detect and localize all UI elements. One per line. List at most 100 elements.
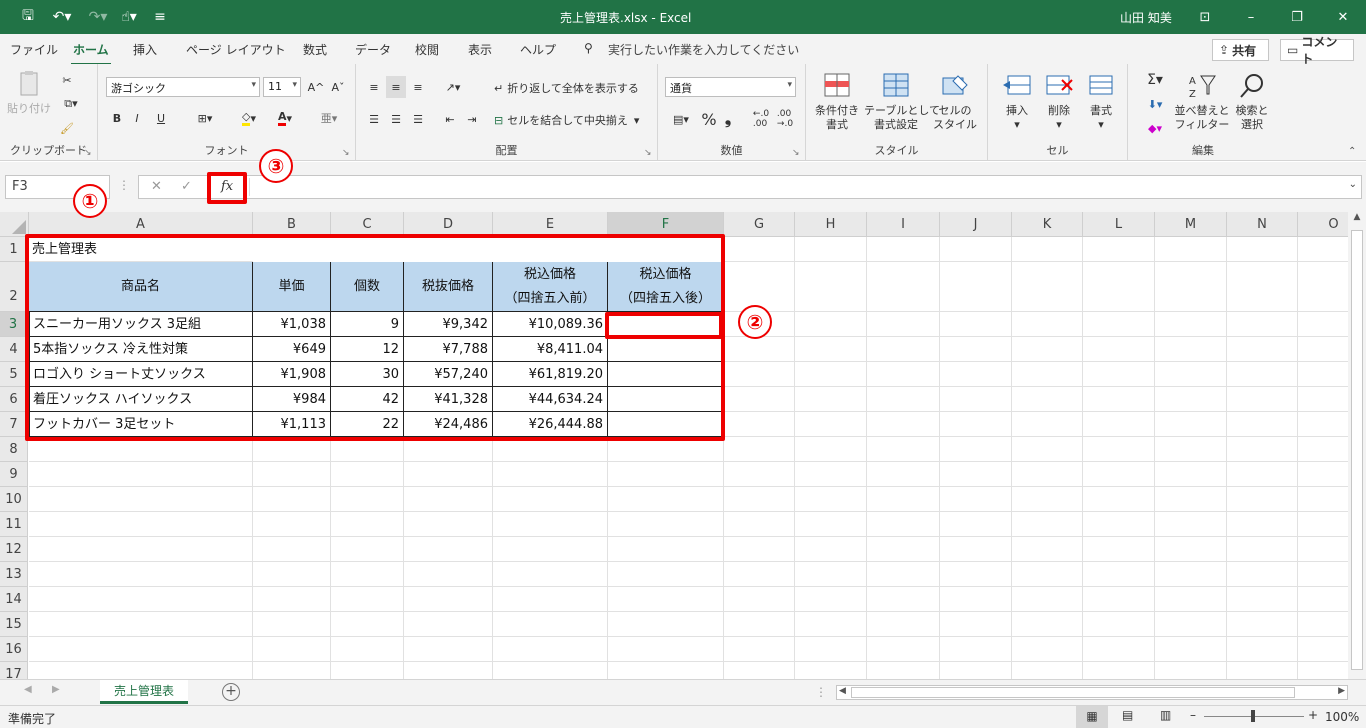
empty-cell[interactable] xyxy=(1227,487,1298,512)
next-sheet-icon[interactable]: ▶ xyxy=(52,684,60,695)
row-header-1[interactable]: 1 xyxy=(0,237,28,262)
empty-cell[interactable] xyxy=(608,612,724,637)
empty-cell[interactable] xyxy=(608,637,724,662)
empty-cell[interactable] xyxy=(1298,612,1348,637)
empty-cell[interactable] xyxy=(253,612,331,637)
scroll-up-icon[interactable]: ▲ xyxy=(1348,212,1366,228)
select-all-button[interactable] xyxy=(0,212,29,237)
copy-icon[interactable]: ⧉▾ xyxy=(56,94,86,114)
tell-me-box[interactable]: 実行したい作業を入力してください xyxy=(608,41,799,58)
row-header-17[interactable]: 17 xyxy=(0,662,28,679)
empty-cell[interactable] xyxy=(1012,387,1083,412)
empty-cell[interactable] xyxy=(724,662,795,679)
empty-cell[interactable] xyxy=(940,262,1012,312)
empty-cell[interactable] xyxy=(1083,337,1155,362)
empty-cell[interactable] xyxy=(724,612,795,637)
fill-color-icon[interactable]: ◇ ▾ xyxy=(234,108,264,128)
empty-cell[interactable] xyxy=(1012,337,1083,362)
vertical-scroll-thumb[interactable] xyxy=(1351,230,1363,670)
empty-cell[interactable] xyxy=(940,437,1012,462)
empty-cell[interactable] xyxy=(253,562,331,587)
empty-cell[interactable] xyxy=(331,512,404,537)
increase-indent-icon[interactable]: ⇥ xyxy=(462,108,482,130)
empty-cell[interactable] xyxy=(724,637,795,662)
empty-cell[interactable] xyxy=(940,637,1012,662)
empty-cell[interactable] xyxy=(940,512,1012,537)
tab-home[interactable]: ホーム xyxy=(71,41,111,65)
empty-cell[interactable] xyxy=(867,412,940,437)
empty-cell[interactable] xyxy=(1083,262,1155,312)
empty-cell[interactable] xyxy=(608,462,724,487)
worksheet-grid[interactable]: ABCDEFGHIJKLMNO 1 2 3 4 5 6 7 8 9 10 11 12 13 14 15 16 1… xyxy=(0,212,1348,679)
empty-cell[interactable] xyxy=(253,587,331,612)
empty-cell[interactable] xyxy=(940,612,1012,637)
dialog-launcher-icon[interactable]: ↘ xyxy=(792,148,800,158)
page-layout-view-icon[interactable]: ▤ xyxy=(1122,708,1133,722)
touch-mode-icon[interactable]: ☝▾ xyxy=(114,0,144,34)
column-header-L[interactable]: L xyxy=(1083,212,1155,237)
empty-cell[interactable] xyxy=(1083,612,1155,637)
empty-cell[interactable] xyxy=(493,537,608,562)
align-top-icon[interactable]: ≡ xyxy=(364,76,384,98)
empty-cell[interactable] xyxy=(29,487,253,512)
empty-cell[interactable] xyxy=(1083,462,1155,487)
empty-cell[interactable] xyxy=(1227,312,1298,337)
empty-cell[interactable] xyxy=(1298,387,1348,412)
zoom-out-icon[interactable]: – xyxy=(1190,708,1196,722)
shrink-font-icon[interactable]: Aˇ xyxy=(328,77,348,97)
prev-sheet-icon[interactable]: ◀ xyxy=(24,684,32,695)
phonetic-icon[interactable]: 亜▾ xyxy=(314,108,344,128)
empty-cell[interactable] xyxy=(795,412,867,437)
empty-cell[interactable] xyxy=(795,337,867,362)
empty-cell[interactable] xyxy=(608,662,724,679)
empty-cell[interactable] xyxy=(1012,587,1083,612)
empty-cell[interactable] xyxy=(795,487,867,512)
cancel-icon[interactable]: ✕ xyxy=(151,179,162,194)
empty-cell[interactable] xyxy=(493,562,608,587)
empty-cell[interactable] xyxy=(331,662,404,679)
empty-cell[interactable] xyxy=(867,312,940,337)
empty-cell[interactable] xyxy=(404,462,493,487)
empty-cell[interactable] xyxy=(331,462,404,487)
empty-cell[interactable] xyxy=(1083,387,1155,412)
scroll-right-icon[interactable]: ▶ xyxy=(1338,686,1345,696)
empty-cell[interactable] xyxy=(940,662,1012,679)
align-middle-icon[interactable]: ≡ xyxy=(386,76,406,98)
column-header-H[interactable]: H xyxy=(795,212,867,237)
empty-cell[interactable] xyxy=(1012,412,1083,437)
empty-cell[interactable] xyxy=(331,587,404,612)
merge-center-button[interactable]: ⊟ セルを結合して中央揃え ▾ xyxy=(494,110,639,130)
empty-cell[interactable] xyxy=(1227,412,1298,437)
empty-cell[interactable] xyxy=(795,587,867,612)
empty-cell[interactable] xyxy=(253,487,331,512)
row-header-3[interactable]: 3 xyxy=(0,312,28,337)
empty-cell[interactable] xyxy=(493,612,608,637)
borders-icon[interactable]: ⊞▾ xyxy=(190,108,220,128)
add-sheet-icon[interactable]: + xyxy=(222,683,240,701)
empty-cell[interactable] xyxy=(29,462,253,487)
search-icon[interactable]: ⚲ xyxy=(584,41,593,55)
empty-cell[interactable] xyxy=(1012,612,1083,637)
insert-cells-button[interactable]: 挿入 ▾ xyxy=(996,72,1038,132)
empty-cell[interactable] xyxy=(1083,237,1155,262)
empty-cell[interactable] xyxy=(867,612,940,637)
empty-cell[interactable] xyxy=(724,387,795,412)
empty-cell[interactable] xyxy=(1083,637,1155,662)
underline-button[interactable]: U xyxy=(148,108,174,128)
resize-handle-icon[interactable]: ⋮ xyxy=(118,178,130,192)
empty-cell[interactable] xyxy=(867,437,940,462)
row-header-8[interactable]: 8 xyxy=(0,437,28,462)
empty-cell[interactable] xyxy=(940,537,1012,562)
empty-cell[interactable] xyxy=(1083,362,1155,387)
empty-cell[interactable] xyxy=(1012,437,1083,462)
empty-cell[interactable] xyxy=(1155,537,1227,562)
empty-cell[interactable] xyxy=(1227,262,1298,312)
empty-cell[interactable] xyxy=(331,487,404,512)
empty-cell[interactable] xyxy=(1155,412,1227,437)
empty-cell[interactable] xyxy=(29,537,253,562)
row-header-13[interactable]: 13 xyxy=(0,562,28,587)
sort-filter-button[interactable]: AZ 並べ替えと フィルター xyxy=(1174,72,1230,132)
tab-data[interactable]: データ xyxy=(355,41,391,58)
empty-cell[interactable] xyxy=(1012,237,1083,262)
align-right-icon[interactable]: ☰ xyxy=(408,108,428,130)
